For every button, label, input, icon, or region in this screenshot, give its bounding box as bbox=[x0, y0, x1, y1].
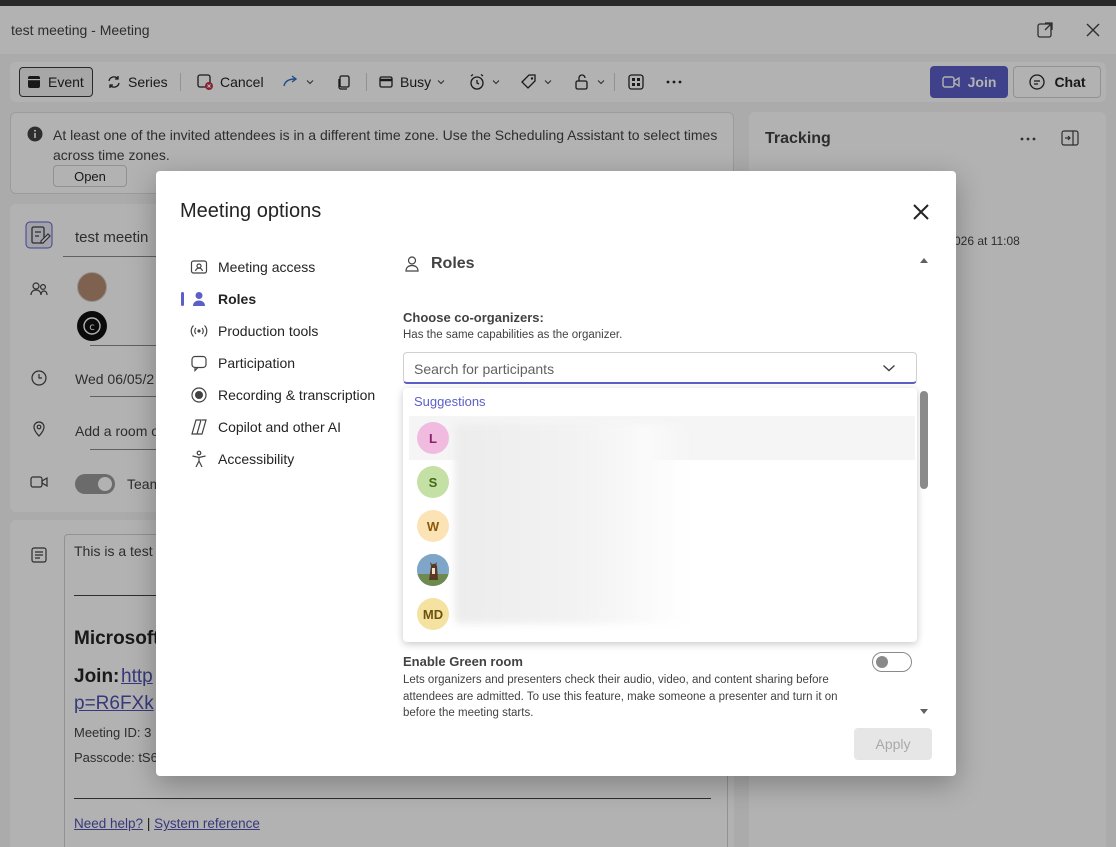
record-icon bbox=[190, 386, 208, 404]
redacted-names bbox=[455, 424, 693, 624]
nav-roles[interactable]: Roles bbox=[190, 287, 256, 311]
section-header: Roles bbox=[403, 255, 475, 273]
co-organizers-label: Choose co-organizers: bbox=[403, 310, 544, 325]
nav-label: Recording & transcription bbox=[218, 387, 376, 403]
nav-production-tools[interactable]: Production tools bbox=[190, 319, 318, 343]
nav-copilot-ai[interactable]: Copilot and other AI bbox=[190, 415, 341, 439]
avatar: S bbox=[417, 466, 449, 498]
active-nav-indicator bbox=[181, 292, 184, 306]
copilot-icon bbox=[190, 418, 208, 436]
avatar: MD bbox=[417, 598, 449, 630]
chat-bubble-icon bbox=[190, 354, 208, 372]
search-input[interactable] bbox=[414, 359, 874, 379]
person-icon bbox=[190, 290, 208, 308]
chevron-down-icon[interactable] bbox=[882, 363, 896, 373]
suggestions-dropdown: Suggestions L S W MD bbox=[403, 388, 917, 642]
person-outline-icon bbox=[403, 255, 421, 273]
meeting-options-dialog: Meeting options Meeting access Roles Pro… bbox=[156, 171, 956, 776]
section-title: Roles bbox=[431, 255, 475, 272]
nav-meeting-access[interactable]: Meeting access bbox=[190, 255, 315, 279]
avatar-photo bbox=[417, 554, 449, 586]
nav-label: Copilot and other AI bbox=[218, 419, 341, 435]
suggestions-header: Suggestions bbox=[414, 394, 486, 409]
accessibility-icon bbox=[190, 450, 208, 468]
nav-recording-transcription[interactable]: Recording & transcription bbox=[190, 383, 375, 407]
nav-label: Accessibility bbox=[218, 451, 295, 467]
green-room-description: Lets organizers and presenters check the… bbox=[403, 674, 838, 719]
avatar: W bbox=[417, 510, 449, 542]
nav-participation[interactable]: Participation bbox=[190, 351, 295, 375]
broadcast-icon bbox=[190, 322, 208, 340]
nav-accessibility[interactable]: Accessibility bbox=[190, 447, 294, 471]
scrollbar-thumb[interactable] bbox=[920, 391, 928, 489]
nav-label: Participation bbox=[218, 355, 296, 371]
green-room-title: Enable Green room bbox=[403, 654, 523, 669]
apply-button[interactable]: Apply bbox=[854, 728, 932, 760]
dialog-close-icon[interactable] bbox=[910, 201, 932, 223]
co-organizers-description: Has the same capabilities as the organiz… bbox=[403, 329, 623, 341]
id-card-icon bbox=[190, 258, 208, 276]
nav-label: Roles bbox=[218, 291, 257, 307]
green-room-toggle[interactable] bbox=[872, 652, 912, 672]
toggle-knob bbox=[876, 656, 888, 668]
co-organizer-search[interactable] bbox=[403, 352, 917, 384]
nav-label: Meeting access bbox=[218, 259, 316, 275]
nav-label: Production tools bbox=[218, 323, 319, 339]
avatar: L bbox=[417, 422, 449, 454]
dialog-title: Meeting options bbox=[180, 200, 322, 222]
